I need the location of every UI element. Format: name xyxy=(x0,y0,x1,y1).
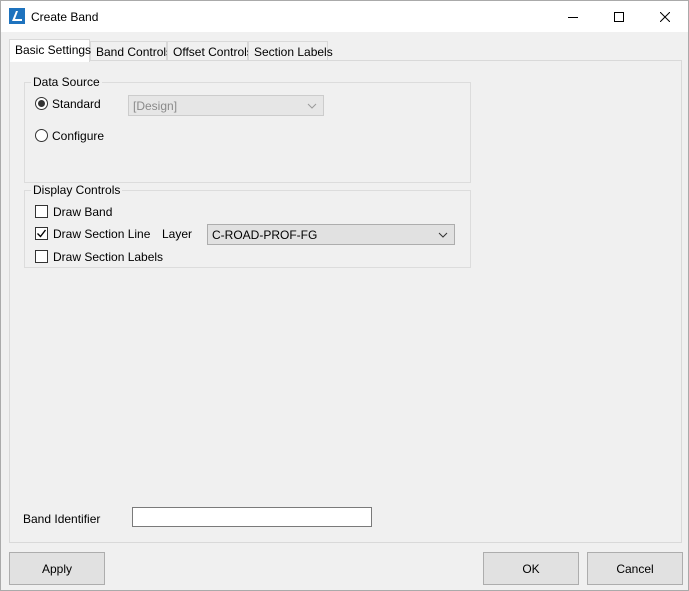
draw-section-line-checkbox[interactable] xyxy=(35,227,48,240)
draw-band-label: Draw Band xyxy=(53,205,113,219)
tab-band-controls[interactable]: Band Controls xyxy=(90,41,172,61)
draw-section-labels-label: Draw Section Labels xyxy=(53,250,164,264)
chevron-down-icon xyxy=(307,103,317,109)
band-identifier-input[interactable] xyxy=(132,507,372,527)
standard-label: Standard xyxy=(52,97,101,111)
display-controls-group: Display Controls Draw Band Draw Section … xyxy=(24,183,471,268)
apply-button[interactable]: Apply xyxy=(9,552,105,585)
layer-combo[interactable]: C-ROAD-PROF-FG xyxy=(207,224,455,245)
draw-band-checkbox[interactable] xyxy=(35,205,48,218)
checkmark-icon xyxy=(37,229,47,238)
layer-value: C-ROAD-PROF-FG xyxy=(212,228,318,242)
data-source-legend: Data Source xyxy=(31,75,102,89)
tab-section-labels[interactable]: Section Labels xyxy=(248,41,333,61)
band-identifier-label: Band Identifier xyxy=(23,512,101,526)
standard-source-value: [Design] xyxy=(133,99,178,113)
display-controls-legend: Display Controls xyxy=(31,183,123,197)
standard-source-combo[interactable]: [Design] xyxy=(128,95,324,116)
standard-radio[interactable] xyxy=(35,97,48,110)
minimize-icon xyxy=(568,16,578,18)
maximize-button[interactable] xyxy=(596,1,642,32)
cancel-button[interactable]: Cancel xyxy=(587,552,683,585)
chevron-down-icon xyxy=(438,232,448,238)
tab-offset-controls[interactable]: Offset Controls xyxy=(167,41,253,61)
draw-section-line-label: Draw Section Line xyxy=(53,227,151,241)
app-logo-icon xyxy=(9,8,25,24)
ok-button[interactable]: OK xyxy=(483,552,579,585)
maximize-icon xyxy=(614,11,624,22)
minimize-button[interactable] xyxy=(550,1,596,32)
configure-radio[interactable] xyxy=(35,129,48,142)
create-band-dialog: Create Band Basic Settings Band Controls… xyxy=(0,0,689,591)
tab-basic-settings[interactable]: Basic Settings xyxy=(9,39,91,62)
title-bar[interactable]: Create Band xyxy=(1,1,688,32)
basic-settings-panel: Data Source Standard [Design] Configure … xyxy=(9,60,682,543)
close-icon xyxy=(660,11,670,22)
close-button[interactable] xyxy=(642,1,688,32)
window-title: Create Band xyxy=(31,10,99,24)
draw-section-labels-checkbox[interactable] xyxy=(35,250,48,263)
data-source-group: Data Source Standard [Design] Configure xyxy=(24,75,471,183)
configure-label: Configure xyxy=(52,129,105,143)
layer-label: Layer xyxy=(162,227,193,241)
